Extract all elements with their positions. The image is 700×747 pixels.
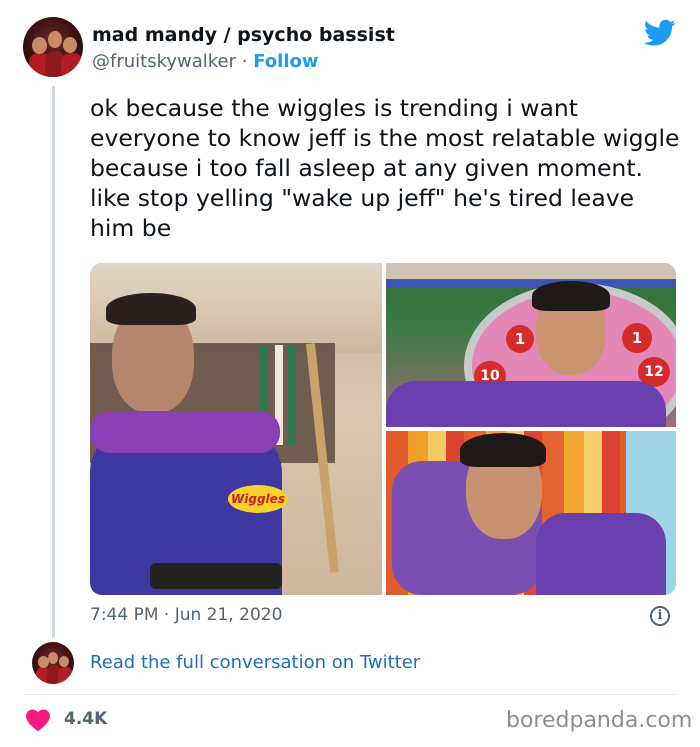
- media-image-beach[interactable]: Wiggles: [90, 263, 382, 595]
- author-avatar-small[interactable]: [32, 642, 74, 684]
- tweet-text: ok because the wiggles is trending i wan…: [90, 94, 680, 242]
- thread-connector-line: [52, 86, 55, 638]
- media-image-clock-backdrop[interactable]: 1 1 10 12: [386, 263, 676, 427]
- read-conversation-link[interactable]: Read the full conversation on Twitter: [90, 652, 420, 673]
- heart-icon[interactable]: [25, 708, 51, 732]
- tweet-date: Jun 21, 2020: [174, 605, 283, 625]
- wiggles-logo: Wiggles: [228, 485, 288, 513]
- author-avatar[interactable]: [23, 17, 83, 77]
- timestamp-separator: ·: [163, 605, 170, 625]
- like-count: 4.4K: [64, 709, 108, 729]
- footer-divider: [23, 694, 676, 695]
- source-credit: boredpanda.com: [506, 708, 693, 733]
- media-image-pillow[interactable]: [386, 431, 676, 595]
- tweet-media-grid: Wiggles 1 1 10 12: [90, 263, 676, 595]
- author-handle-row: @fruitskywalker · Follow: [92, 51, 319, 72]
- clock-number-1a: 1: [506, 325, 534, 353]
- tweet-timestamp[interactable]: 7:44 PM · Jun 21, 2020: [90, 605, 282, 625]
- author-handle[interactable]: @fruitskywalker: [92, 51, 236, 72]
- author-name[interactable]: mad mandy / psycho bassist: [92, 24, 395, 46]
- follow-button[interactable]: Follow: [253, 51, 318, 72]
- clock-number-1b: 1: [622, 323, 652, 353]
- twitter-bird-icon[interactable]: [644, 19, 676, 47]
- info-icon[interactable]: i: [650, 606, 670, 626]
- handle-separator: ·: [241, 51, 248, 72]
- tweet-time: 7:44 PM: [90, 605, 159, 625]
